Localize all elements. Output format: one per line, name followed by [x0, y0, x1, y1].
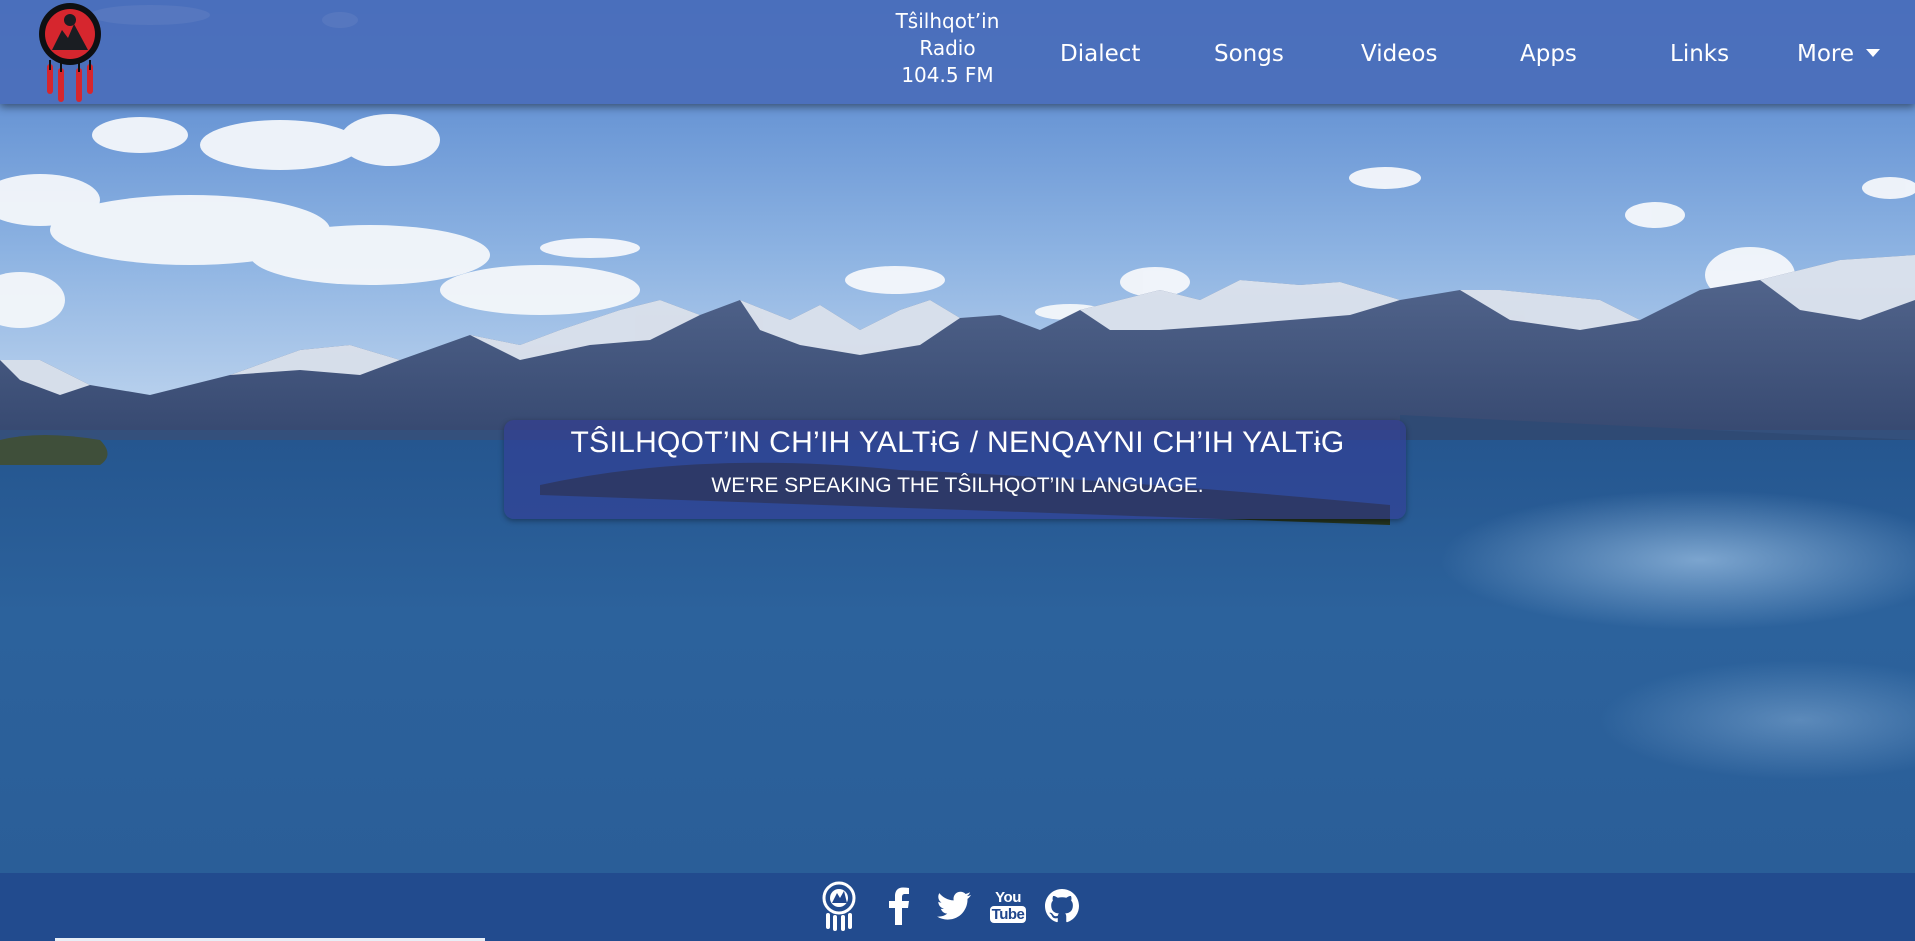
footer-facebook-link[interactable]	[884, 880, 914, 932]
footer-twitter-link[interactable]	[934, 880, 974, 932]
footer-dreamcatcher-link[interactable]	[818, 880, 860, 932]
facebook-icon	[889, 887, 909, 925]
radio-line-2: Radio	[919, 36, 976, 60]
radio-line-3: 104.5 FM	[901, 63, 994, 87]
nav-videos-link[interactable]: Videos	[1361, 40, 1437, 68]
nav-links-link[interactable]: Links	[1670, 40, 1729, 68]
nav-more-label: More	[1797, 41, 1855, 67]
dreamcatcher-icon	[822, 881, 856, 931]
nav-radio-link[interactable]: Tŝilhqot’in Radio 104.5 FM	[870, 8, 1025, 89]
hero-title: TŜILHQOT’IN CH’IH YALTɨG / NENQAYNI CH’I…	[570, 426, 1345, 459]
hero-subtitle: WE'RE SPEAKING THE TŜILHQOT’IN LANGUAGE.	[711, 474, 1204, 497]
twitter-icon	[937, 891, 971, 920]
nav-apps-link[interactable]: Apps	[1520, 40, 1577, 68]
youtube-word-bottom: Tube	[989, 905, 1027, 923]
youtube-icon: You Tube	[989, 888, 1027, 923]
nav-more-dropdown[interactable]: More	[1797, 40, 1881, 68]
page: Tŝilhqot’in Radio 104.5 FM Dialect Songs…	[0, 0, 1915, 941]
footer-github-link[interactable]	[1044, 880, 1080, 932]
nav-songs-link[interactable]: Songs	[1214, 40, 1284, 68]
youtube-word-top: You	[995, 888, 1021, 906]
dreamcatcher-logo-icon	[39, 3, 101, 102]
radio-line-1: Tŝilhqot’in	[895, 9, 1000, 33]
github-icon	[1045, 889, 1079, 923]
tsilhqotin-logo[interactable]	[34, 0, 106, 104]
caret-down-icon	[1866, 48, 1881, 57]
nav-dialect-link[interactable]: Dialect	[1060, 40, 1140, 68]
footer-youtube-link[interactable]: You Tube	[988, 880, 1028, 932]
